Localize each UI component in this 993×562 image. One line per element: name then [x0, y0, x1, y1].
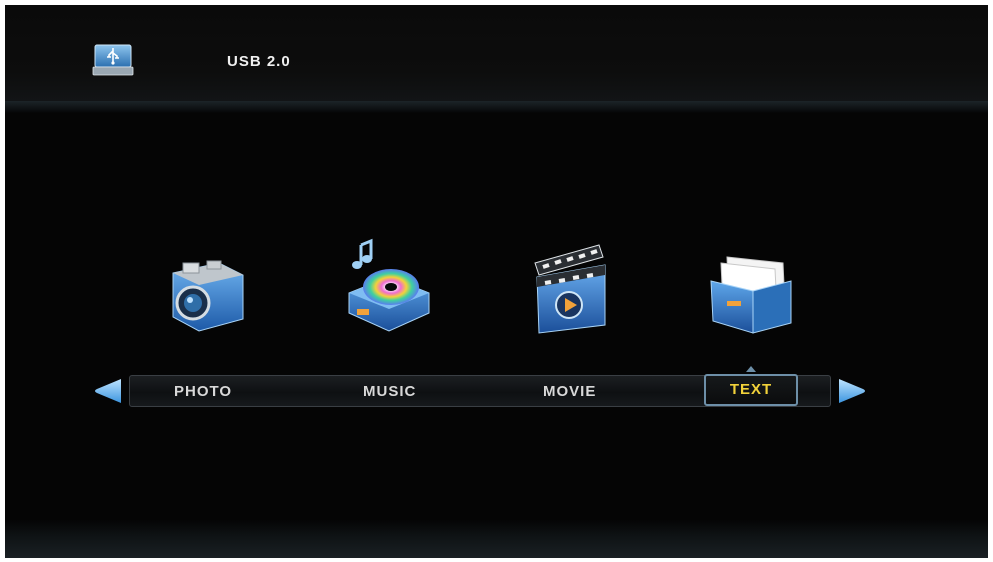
header-bar — [5, 5, 988, 101]
menu-item-movie[interactable]: MOVIE — [543, 376, 596, 408]
device-title: USB 2.0 — [227, 53, 291, 70]
header-divider — [5, 101, 988, 113]
camera-icon[interactable] — [163, 255, 249, 333]
media-category-bar: PHOTO MUSIC MOVIE TEXT — [129, 374, 831, 408]
usb-drive-icon — [92, 44, 134, 76]
document-folder-icon[interactable] — [705, 251, 797, 335]
menu-item-music[interactable]: MUSIC — [363, 376, 416, 408]
menu-item-text[interactable]: TEXT — [704, 374, 798, 406]
footer-bar — [5, 520, 988, 558]
music-disc-icon[interactable] — [343, 237, 433, 333]
clapperboard-icon[interactable] — [529, 241, 613, 335]
arrow-right-icon[interactable] — [837, 377, 867, 405]
menu-item-photo[interactable]: PHOTO — [174, 376, 232, 408]
arrow-left-icon[interactable] — [93, 377, 123, 405]
selection-pointer — [746, 366, 756, 372]
media-player-screen: USB 2.0 PHOTO MUSIC MOVIE TEXT — [5, 5, 988, 558]
